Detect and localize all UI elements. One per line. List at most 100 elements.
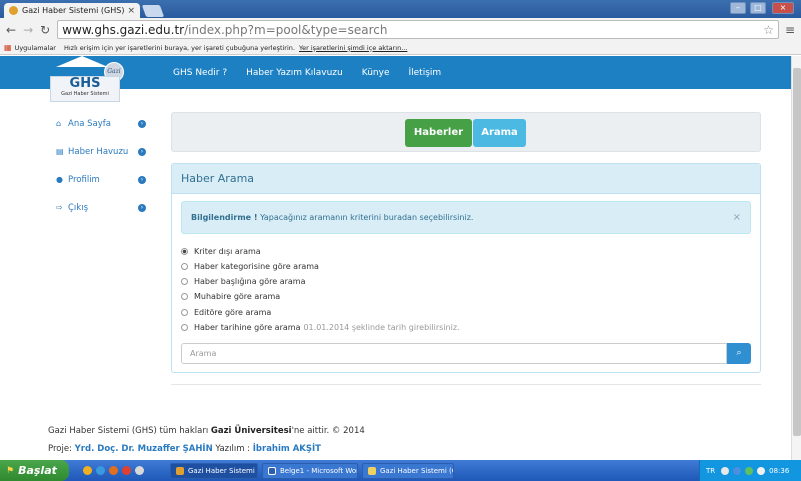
favicon-icon xyxy=(9,6,18,15)
alert-strong: Bilgilendirme ! xyxy=(191,213,258,222)
search-input[interactable]: Arama xyxy=(181,343,727,364)
close-window-icon[interactable]: × xyxy=(772,2,794,14)
bookmarks-apps[interactable]: Uygulamalar xyxy=(15,44,56,52)
nav-iletisim[interactable]: İletişim xyxy=(408,68,441,78)
radio-tarih[interactable]: Haber tarihine göre arama 01.01.2014 şek… xyxy=(181,322,460,332)
quick-launch xyxy=(83,466,148,475)
radio-kriter-disi[interactable]: Kriter dışı arama xyxy=(181,246,460,256)
chrome-icon[interactable] xyxy=(122,466,131,475)
radio-label: Editöre göre arama xyxy=(194,307,272,317)
footer-text: Gazi Haber Sistemi (GHS) tüm hakları xyxy=(48,426,211,436)
new-tab-button[interactable] xyxy=(141,5,165,17)
radio-button[interactable] xyxy=(181,308,188,316)
volume-icon[interactable] xyxy=(757,466,766,475)
firefox-icon[interactable] xyxy=(109,466,118,475)
logo-subtext: Gazi Haber Sistemi xyxy=(61,91,109,97)
footer-text: 'ne aittir. © 2014 xyxy=(291,426,365,436)
footer-software-link[interactable]: İbrahim AKŞİT xyxy=(253,444,321,454)
sidebar-item-label: Ana Sayfa xyxy=(68,118,111,129)
task-chrome-2[interactable]: Gazi Haber Sistemi (G... xyxy=(362,462,454,479)
radio-muhabir[interactable]: Muhabire göre arama xyxy=(181,292,460,302)
sidebar-item-profilim[interactable]: ● Profilim › xyxy=(56,173,146,186)
radio-button[interactable] xyxy=(181,293,188,301)
tab-arama[interactable]: Arama xyxy=(473,119,526,147)
minimize-icon[interactable]: – xyxy=(730,2,746,14)
divider xyxy=(171,384,761,385)
search-icon: ⌕ xyxy=(736,348,742,358)
chevron-right-icon: › xyxy=(138,175,146,184)
search-button[interactable]: ⌕ xyxy=(727,343,751,364)
browser-titlebar: Gazi Haber Sistemi (GHS) × – □ × xyxy=(0,0,801,18)
footer-project-link[interactable]: Yrd. Doç. Dr. Muzaffer ŞAHİN xyxy=(75,444,213,454)
home-icon: ⌂ xyxy=(56,119,62,128)
footer-copyright: Gazi Haber Sistemi (GHS) tüm hakları Gaz… xyxy=(48,426,365,436)
forward-icon[interactable]: → xyxy=(23,23,33,37)
sidebar-item-cikis[interactable]: ⇨ Çıkış › xyxy=(56,201,146,214)
scrollbar[interactable] xyxy=(791,56,801,460)
word-icon xyxy=(268,466,276,475)
radio-editor[interactable]: Editöre göre arama xyxy=(181,307,460,317)
url-host: www.ghs.gazi.edu.tr xyxy=(62,22,185,37)
network-icon[interactable] xyxy=(733,466,742,475)
nav-haber-yazim-kilavuzu[interactable]: Haber Yazım Kılavuzu xyxy=(246,68,343,78)
radio-button[interactable] xyxy=(181,323,188,331)
list-icon: ▤ xyxy=(56,147,64,156)
task-label: Belge1 - Microsoft Word xyxy=(280,466,358,475)
start-button[interactable]: ⚑ Başlat xyxy=(0,460,69,481)
search-criteria: Kriter dışı arama Haber kategorisine gör… xyxy=(181,246,460,338)
site-logo[interactable]: Gazi GHS Gazi Haber Sistemi xyxy=(48,56,124,102)
tab-close-icon[interactable]: × xyxy=(127,6,135,16)
radio-button[interactable] xyxy=(181,262,188,270)
menu-icon[interactable]: ≡ xyxy=(785,23,795,37)
url-field[interactable]: www.ghs.gazi.edu.tr /index.php?m=pool&ty… xyxy=(57,20,779,39)
bookmark-star-icon[interactable]: ☆ xyxy=(763,23,774,37)
task-chrome-1[interactable]: Gazi Haber Sistemi (G... xyxy=(170,462,258,479)
logo-roof xyxy=(56,56,108,67)
nav-ghs-nedir[interactable]: GHS Nedir ? xyxy=(173,68,227,78)
bookmarks-bar: ▦ Uygulamalar Hızlı erişim için yer işar… xyxy=(0,41,801,55)
bookmarks-hint: Hızlı erişim için yer işaretlerini buray… xyxy=(63,43,295,52)
radio-label: Haber kategorisine göre arama xyxy=(194,261,319,271)
apps-icon[interactable]: ▦ xyxy=(4,43,12,52)
footer-credits: Proje: Yrd. Doç. Dr. Muzaffer ŞAHİN Yazı… xyxy=(48,444,321,454)
task-word[interactable]: Belge1 - Microsoft Word xyxy=(262,462,358,479)
footer-text: Proje: xyxy=(48,444,75,454)
nav-kunye[interactable]: Künye xyxy=(362,68,390,78)
alert-close-icon[interactable]: × xyxy=(733,202,741,233)
security-icon[interactable] xyxy=(745,466,754,475)
sidebar-item-ana-sayfa[interactable]: ⌂ Ana Sayfa › xyxy=(56,117,146,130)
search-panel: Haber Arama Bilgilendirme ! Yapacağınız … xyxy=(171,163,761,373)
alert-text: Yapacağınız aramanın kriterini buradan s… xyxy=(257,213,474,222)
tab-haberler[interactable]: Haberler xyxy=(405,119,472,147)
radio-kategori[interactable]: Haber kategorisine göre arama xyxy=(181,261,460,271)
sidebar-item-label: Çıkış xyxy=(68,202,89,213)
folder-icon[interactable] xyxy=(135,466,144,475)
back-icon[interactable]: ← xyxy=(6,23,16,37)
logo-text: GHS xyxy=(69,76,101,91)
radio-baslik[interactable]: Haber başlığına göre arama xyxy=(181,277,460,287)
radio-button[interactable] xyxy=(181,247,188,255)
ie-icon[interactable] xyxy=(96,466,105,475)
task-label: Gazi Haber Sistemi (G... xyxy=(188,466,257,475)
radio-label: Kriter dışı arama xyxy=(194,246,261,256)
logo-box: GHS Gazi Haber Sistemi xyxy=(50,76,120,102)
scrollbar-thumb[interactable] xyxy=(793,68,801,436)
radio-button[interactable] xyxy=(181,278,188,286)
start-label: Başlat xyxy=(18,464,57,477)
browser-tab[interactable]: Gazi Haber Sistemi (GHS) × xyxy=(4,3,140,18)
sidebar-item-label: Haber Havuzu xyxy=(68,146,129,157)
sidebar-item-haber-havuzu[interactable]: ▤ Haber Havuzu › xyxy=(56,145,146,158)
info-alert: Bilgilendirme ! Yapacağınız aramanın kri… xyxy=(181,201,751,234)
radio-label: Haber başlığına göre arama xyxy=(194,277,306,287)
windows-flag-icon: ⚑ xyxy=(6,465,15,476)
logout-icon: ⇨ xyxy=(56,203,63,212)
bookmarks-import-link[interactable]: Yer işaretlerini şimdi içe aktarın... xyxy=(299,44,407,52)
language-indicator[interactable]: TR xyxy=(706,467,715,475)
browser-icon[interactable] xyxy=(83,466,92,475)
address-bar: ← → ↻ www.ghs.gazi.edu.tr /index.php?m=p… xyxy=(0,18,801,41)
reload-icon[interactable]: ↻ xyxy=(40,23,50,37)
maximize-icon[interactable]: □ xyxy=(750,2,766,14)
clock[interactable]: 08:36 xyxy=(769,467,789,475)
keyboard-icon[interactable] xyxy=(721,466,730,475)
window-icon xyxy=(368,466,376,475)
